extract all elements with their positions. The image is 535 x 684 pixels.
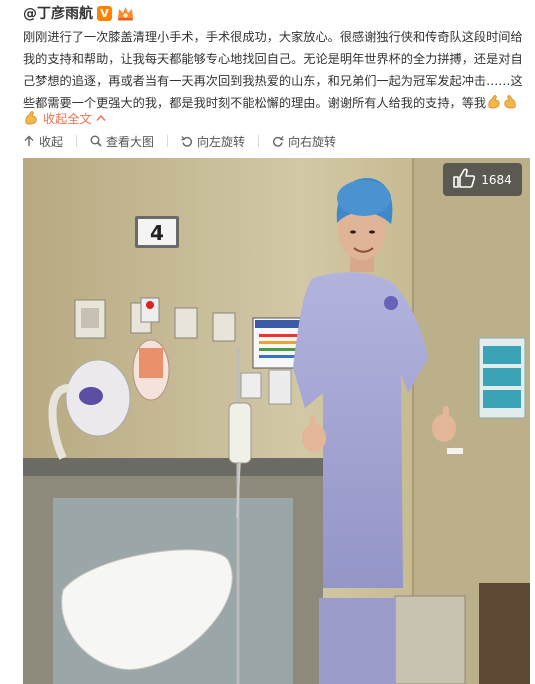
thumbs-up-icon bbox=[453, 168, 476, 191]
room-number: 4 bbox=[150, 221, 164, 245]
collapse-up-icon bbox=[23, 135, 35, 147]
collapse-image-label[interactable]: 收起 bbox=[39, 133, 63, 150]
rotate-right-label[interactable]: 向右旋转 bbox=[288, 133, 336, 150]
strong-arm-emoji-icon bbox=[23, 110, 39, 126]
hospital-room-photo: 4 bbox=[23, 158, 530, 684]
rotate-left-button[interactable]: 向左旋转 bbox=[181, 133, 245, 150]
post-text: 刚刚进行了一次膝盖清理小手术，手术很成功，大家放心。很感谢独行侠和传奇队这段时间… bbox=[23, 26, 528, 114]
vip-crown-icon[interactable] bbox=[116, 6, 134, 21]
rotate-left-icon bbox=[181, 135, 193, 147]
toolbar-divider bbox=[167, 135, 169, 147]
rotate-left-label[interactable]: 向左旋转 bbox=[197, 133, 245, 150]
verified-badge-icon[interactable]: V bbox=[97, 5, 112, 21]
toolbar-divider bbox=[258, 135, 260, 147]
collapse-full-text-link[interactable]: 收起全文 bbox=[23, 108, 106, 128]
view-large-image-label[interactable]: 查看大图 bbox=[106, 133, 154, 150]
rotate-right-icon bbox=[272, 135, 284, 147]
toolbar-divider bbox=[76, 135, 78, 147]
collapse-image-button[interactable]: 收起 bbox=[23, 133, 63, 150]
chevron-up-icon bbox=[96, 111, 106, 125]
rotate-right-button[interactable]: 向右旋转 bbox=[272, 133, 336, 150]
like-button[interactable]: 1684 bbox=[443, 163, 522, 196]
post-text-line: 刚刚进行了一次膝盖清理小手术，手术很成功，大家放心。很感谢独行侠和传奇队这段时间… bbox=[23, 30, 523, 44]
collapse-label[interactable]: 收起全文 bbox=[43, 109, 92, 127]
post-header: @丁彦雨航 V bbox=[23, 4, 134, 22]
strong-arm-emoji-icon bbox=[486, 94, 502, 110]
strong-arm-emoji-icon bbox=[502, 94, 518, 110]
magnifier-icon bbox=[90, 135, 102, 147]
image-toolbar: 收起 查看大图 向左旋转 向右旋转 bbox=[23, 131, 349, 151]
author-name[interactable]: @丁彦雨航 bbox=[23, 3, 93, 23]
post-text-line: 我的支持和帮助，让我每天都能够专心地找回自己。无论是明年世界杯的全力拼搏，还是对… bbox=[23, 52, 523, 66]
post-text-line: 己梦想的追逐，再或者当有一天再次回到我热爱的山东，和兄弟们一起为冠军发起冲击……… bbox=[23, 74, 523, 88]
post-photo[interactable]: 4 bbox=[23, 158, 530, 684]
view-large-image-button[interactable]: 查看大图 bbox=[90, 133, 154, 150]
like-count: 1684 bbox=[481, 172, 512, 187]
